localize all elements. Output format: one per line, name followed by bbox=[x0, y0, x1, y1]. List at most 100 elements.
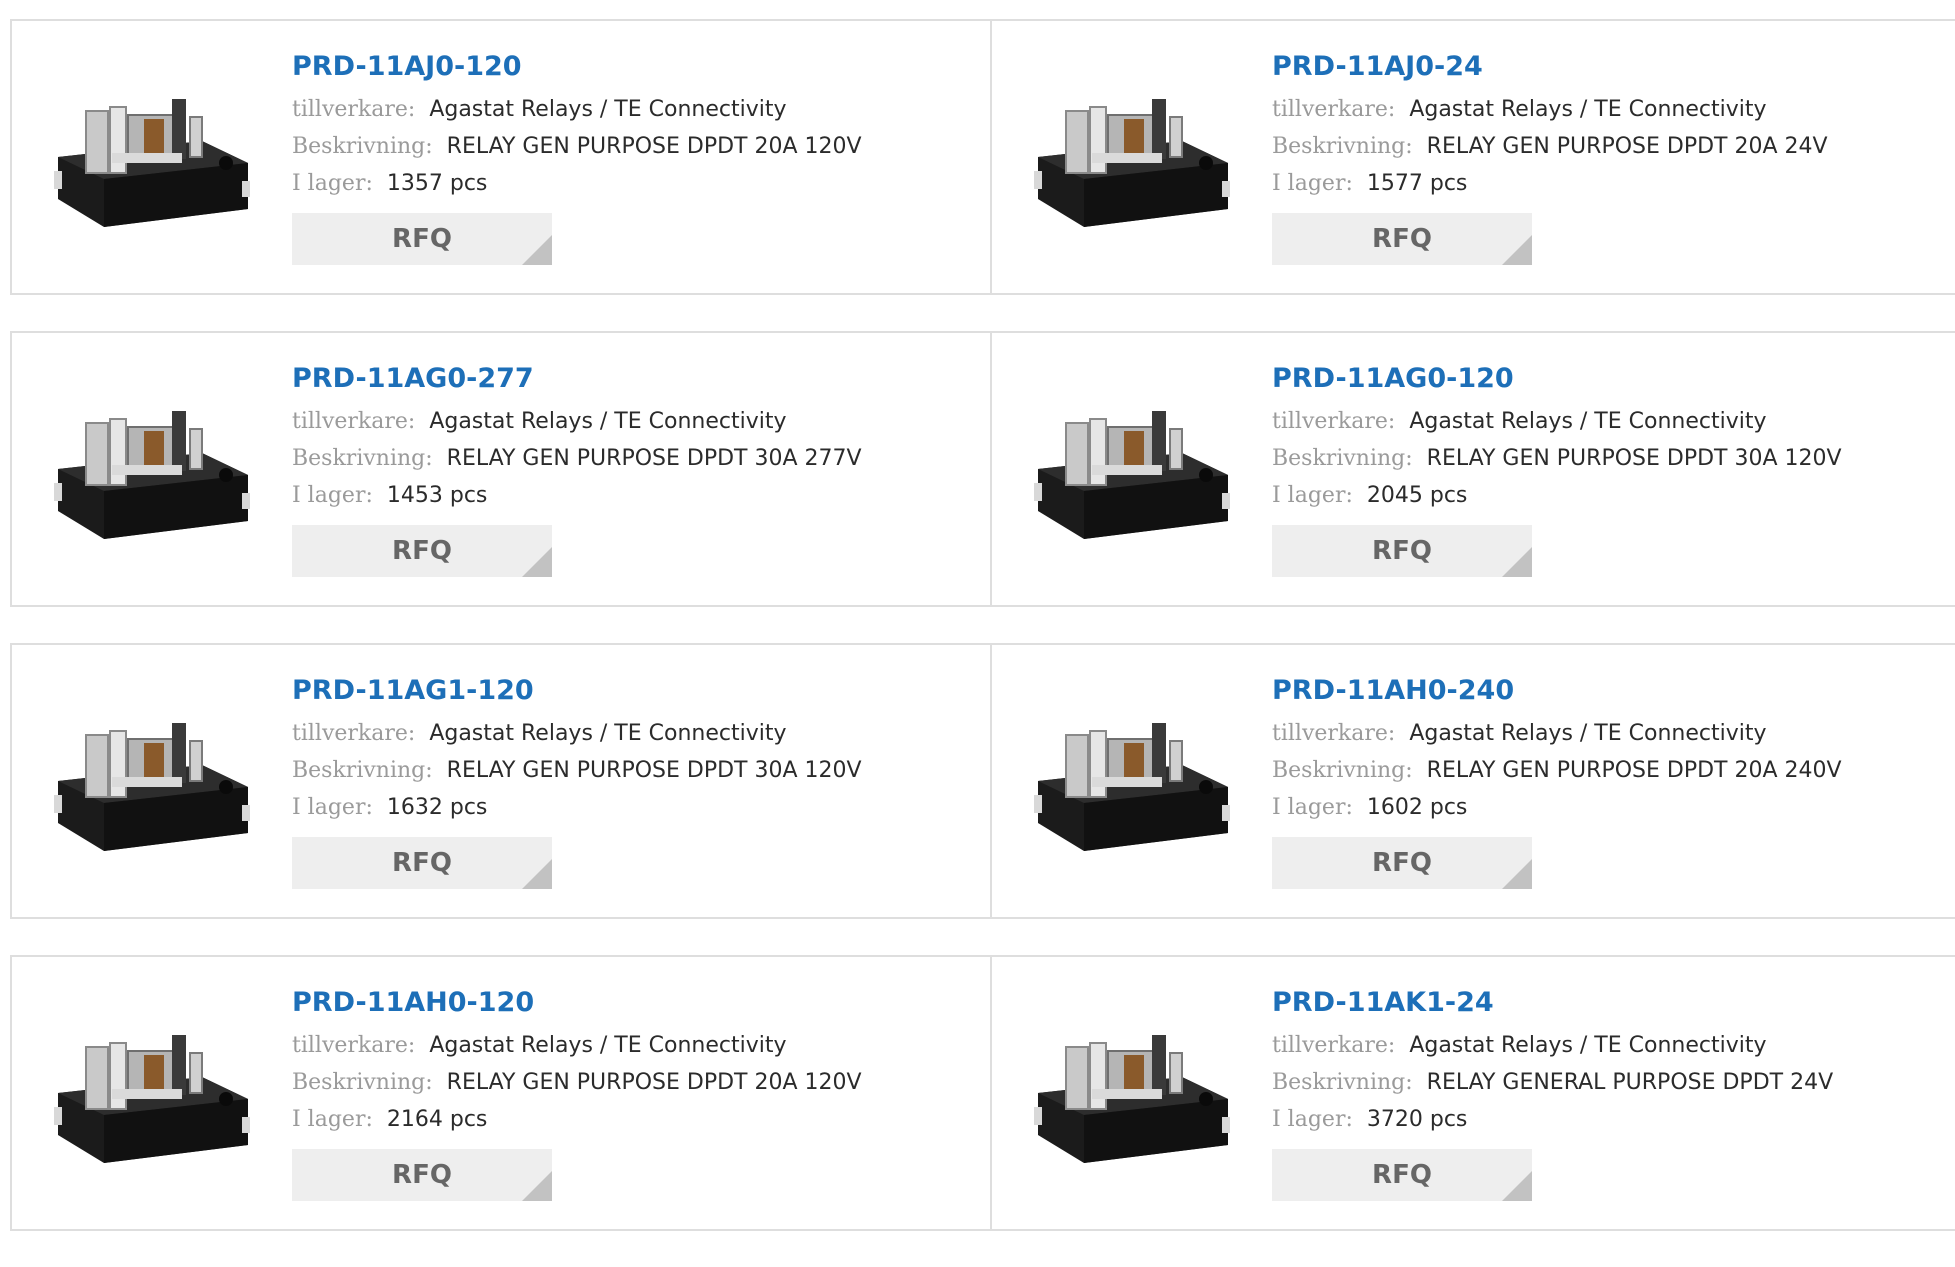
description-line: Beskrivning: RELAY GEN PURPOSE DPDT 20A 2… bbox=[1272, 752, 1842, 789]
stock-line: I lager: 1577 pcs bbox=[1272, 165, 1828, 202]
product-info: PRD-11AG0-277 tillverkare: Agastat Relays… bbox=[292, 361, 862, 577]
stock-line: I lager: 1453 pcs bbox=[292, 477, 862, 514]
stock-value: 1357 pcs bbox=[386, 171, 488, 196]
relay-image[interactable] bbox=[52, 683, 252, 883]
description-label: Beskrivning: bbox=[292, 446, 433, 471]
manufacturer-line: tillverkare: Agastat Relays / TE Connecti… bbox=[1272, 1027, 1833, 1064]
stock-label: I lager: bbox=[292, 1107, 373, 1132]
stock-label: I lager: bbox=[1272, 171, 1353, 196]
corner-triangle-icon bbox=[1502, 859, 1532, 889]
manufacturer-line: tillverkare: Agastat Relays / TE Connecti… bbox=[292, 715, 862, 752]
part-number-link[interactable]: PRD-11AJ0-120 bbox=[292, 49, 862, 85]
description-label: Beskrivning: bbox=[292, 1070, 433, 1095]
relay-image[interactable] bbox=[1032, 59, 1232, 259]
rfq-button[interactable]: RFQ bbox=[1272, 1149, 1532, 1201]
manufacturer-label: tillverkare: bbox=[292, 97, 416, 122]
description-line: Beskrivning: RELAY GEN PURPOSE DPDT 30A 1… bbox=[1272, 440, 1842, 477]
description-label: Beskrivning: bbox=[1272, 758, 1413, 783]
rfq-button-label: RFQ bbox=[1372, 536, 1432, 566]
relay-image[interactable] bbox=[1032, 371, 1232, 571]
product-row: PRD-11AH0-120 tillverkare: Agastat Relays… bbox=[10, 955, 1955, 1231]
manufacturer-value: Agastat Relays / TE Connectivity bbox=[429, 1033, 787, 1058]
product-card: PRD-11AH0-120 tillverkare: Agastat Relays… bbox=[12, 957, 990, 1229]
relay-image[interactable] bbox=[52, 371, 252, 571]
product-info: PRD-11AH0-120 tillverkare: Agastat Relays… bbox=[292, 985, 862, 1201]
rfq-button[interactable]: RFQ bbox=[292, 525, 552, 577]
manufacturer-value: Agastat Relays / TE Connectivity bbox=[429, 721, 787, 746]
part-number-link[interactable]: PRD-11AG0-120 bbox=[1272, 361, 1842, 397]
corner-triangle-icon bbox=[522, 235, 552, 265]
description-label: Beskrivning: bbox=[292, 758, 433, 783]
product-row: PRD-11AJ0-120 tillverkare: Agastat Relays… bbox=[10, 19, 1955, 295]
part-number-link[interactable]: PRD-11AH0-240 bbox=[1272, 673, 1842, 709]
manufacturer-value: Agastat Relays / TE Connectivity bbox=[1409, 409, 1767, 434]
corner-triangle-icon bbox=[1502, 547, 1532, 577]
manufacturer-value: Agastat Relays / TE Connectivity bbox=[429, 409, 787, 434]
rfq-button-label: RFQ bbox=[1372, 848, 1432, 878]
corner-triangle-icon bbox=[522, 1171, 552, 1201]
description-value: RELAY GEN PURPOSE DPDT 20A 240V bbox=[1426, 758, 1842, 783]
description-value: RELAY GEN PURPOSE DPDT 30A 120V bbox=[446, 758, 862, 783]
manufacturer-label: tillverkare: bbox=[1272, 721, 1396, 746]
description-label: Beskrivning: bbox=[1272, 446, 1413, 471]
manufacturer-label: tillverkare: bbox=[1272, 409, 1396, 434]
relay-image[interactable] bbox=[1032, 995, 1232, 1195]
product-card: PRD-11AJ0-24 tillverkare: Agastat Relays … bbox=[990, 21, 1955, 293]
corner-triangle-icon bbox=[522, 859, 552, 889]
manufacturer-label: tillverkare: bbox=[1272, 97, 1396, 122]
description-value: RELAY GEN PURPOSE DPDT 20A 24V bbox=[1426, 134, 1828, 159]
description-label: Beskrivning: bbox=[1272, 134, 1413, 159]
stock-value: 1632 pcs bbox=[386, 795, 488, 820]
manufacturer-line: tillverkare: Agastat Relays / TE Connecti… bbox=[1272, 715, 1842, 752]
part-number-link[interactable]: PRD-11AG1-120 bbox=[292, 673, 862, 709]
rfq-button[interactable]: RFQ bbox=[292, 1149, 552, 1201]
manufacturer-label: tillverkare: bbox=[292, 1033, 416, 1058]
stock-line: I lager: 1632 pcs bbox=[292, 789, 862, 826]
rfq-button-label: RFQ bbox=[1372, 1160, 1432, 1190]
stock-label: I lager: bbox=[292, 171, 373, 196]
product-card: PRD-11AJ0-120 tillverkare: Agastat Relays… bbox=[12, 21, 990, 293]
description-line: Beskrivning: RELAY GEN PURPOSE DPDT 20A 2… bbox=[1272, 128, 1828, 165]
stock-line: I lager: 2164 pcs bbox=[292, 1101, 862, 1138]
rfq-button[interactable]: RFQ bbox=[1272, 525, 1532, 577]
manufacturer-line: tillverkare: Agastat Relays / TE Connecti… bbox=[292, 91, 862, 128]
rfq-button[interactable]: RFQ bbox=[292, 213, 552, 265]
relay-image[interactable] bbox=[1032, 683, 1232, 883]
product-info: PRD-11AJ0-24 tillverkare: Agastat Relays … bbox=[1272, 49, 1828, 265]
rfq-button[interactable]: RFQ bbox=[1272, 213, 1532, 265]
product-card: PRD-11AG0-120 tillverkare: Agastat Relays… bbox=[990, 333, 1955, 605]
relay-image[interactable] bbox=[52, 995, 252, 1195]
rfq-button[interactable]: RFQ bbox=[292, 837, 552, 889]
stock-value: 1577 pcs bbox=[1366, 171, 1468, 196]
description-value: RELAY GEN PURPOSE DPDT 20A 120V bbox=[446, 1070, 862, 1095]
manufacturer-line: tillverkare: Agastat Relays / TE Connecti… bbox=[1272, 403, 1842, 440]
product-grid: PRD-11AJ0-120 tillverkare: Agastat Relays… bbox=[10, 19, 1955, 1267]
manufacturer-value: Agastat Relays / TE Connectivity bbox=[1409, 1033, 1767, 1058]
stock-label: I lager: bbox=[1272, 1107, 1353, 1132]
rfq-button-label: RFQ bbox=[392, 848, 452, 878]
corner-triangle-icon bbox=[1502, 1171, 1532, 1201]
description-value: RELAY GEN PURPOSE DPDT 30A 277V bbox=[446, 446, 862, 471]
stock-label: I lager: bbox=[292, 795, 373, 820]
stock-label: I lager: bbox=[1272, 795, 1353, 820]
relay-image[interactable] bbox=[52, 59, 252, 259]
part-number-link[interactable]: PRD-11AK1-24 bbox=[1272, 985, 1833, 1021]
description-line: Beskrivning: RELAY GEN PURPOSE DPDT 30A 2… bbox=[292, 440, 862, 477]
stock-value: 2045 pcs bbox=[1366, 483, 1468, 508]
rfq-button-label: RFQ bbox=[1372, 224, 1432, 254]
manufacturer-label: tillverkare: bbox=[1272, 1033, 1396, 1058]
rfq-button-label: RFQ bbox=[392, 536, 452, 566]
rfq-button[interactable]: RFQ bbox=[1272, 837, 1532, 889]
stock-value: 1453 pcs bbox=[386, 483, 488, 508]
corner-triangle-icon bbox=[522, 547, 552, 577]
product-card: PRD-11AG0-277 tillverkare: Agastat Relays… bbox=[12, 333, 990, 605]
description-line: Beskrivning: RELAY GEN PURPOSE DPDT 30A 1… bbox=[292, 752, 862, 789]
product-card: PRD-11AG1-120 tillverkare: Agastat Relays… bbox=[12, 645, 990, 917]
part-number-link[interactable]: PRD-11AJ0-24 bbox=[1272, 49, 1828, 85]
manufacturer-line: tillverkare: Agastat Relays / TE Connecti… bbox=[292, 1027, 862, 1064]
part-number-link[interactable]: PRD-11AG0-277 bbox=[292, 361, 862, 397]
part-number-link[interactable]: PRD-11AH0-120 bbox=[292, 985, 862, 1021]
product-card: PRD-11AH0-240 tillverkare: Agastat Relays… bbox=[990, 645, 1955, 917]
description-value: RELAY GEN PURPOSE DPDT 30A 120V bbox=[1426, 446, 1842, 471]
description-value: RELAY GEN PURPOSE DPDT 20A 120V bbox=[446, 134, 862, 159]
